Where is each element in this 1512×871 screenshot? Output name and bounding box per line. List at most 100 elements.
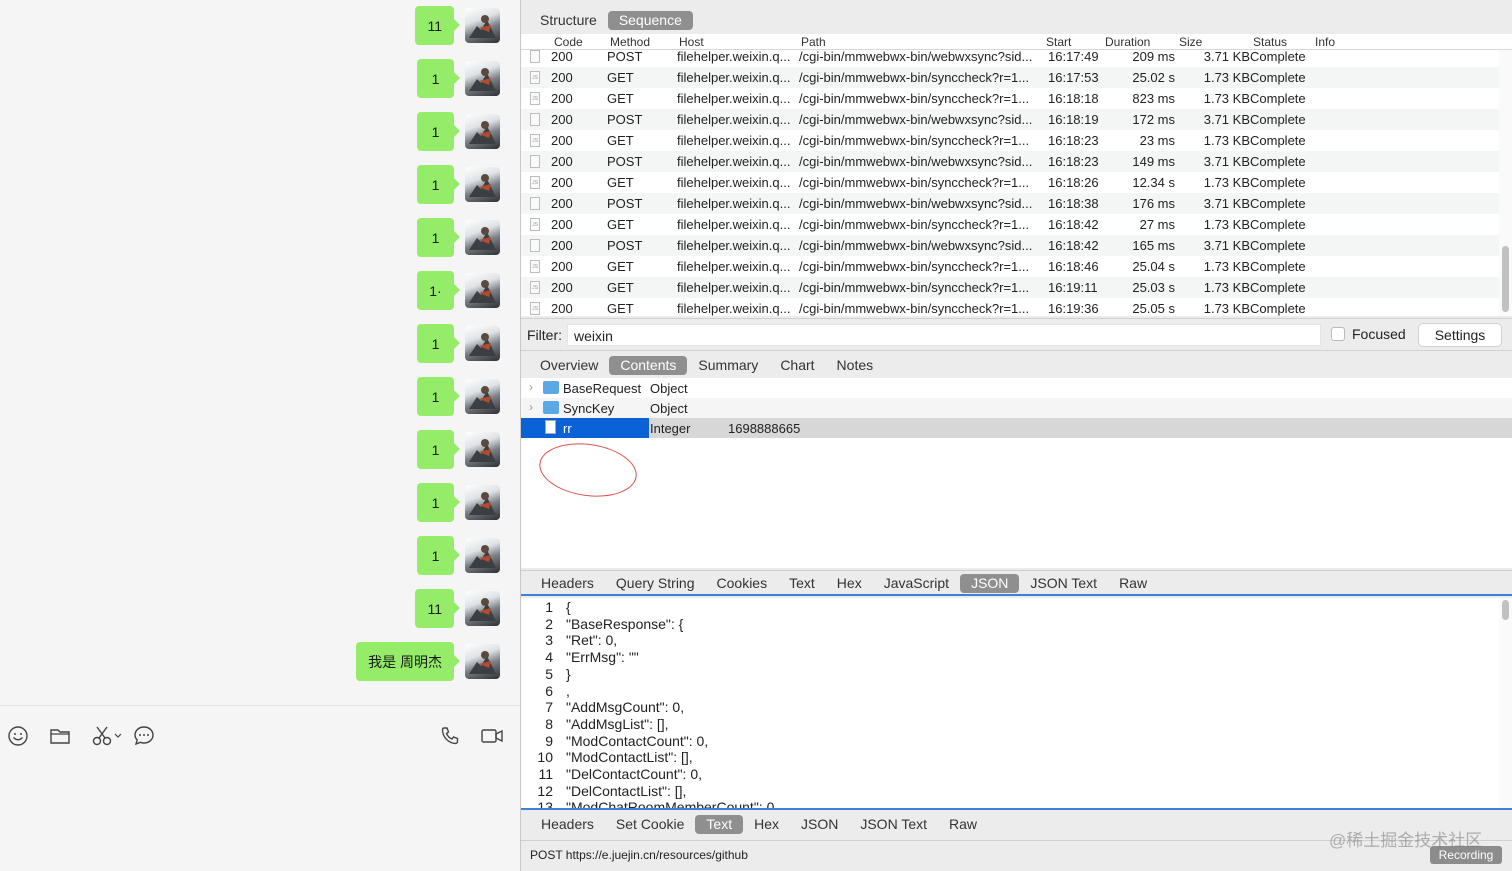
view-switcher-bar: Structure Sequence: [521, 0, 1512, 34]
detail-tab-overview[interactable]: Overview: [529, 356, 609, 375]
request-tab-json-text[interactable]: JSON Text: [1019, 574, 1108, 593]
response-tab-hex[interactable]: Hex: [743, 815, 790, 834]
column-header-path[interactable]: Path: [801, 35, 826, 49]
session-row[interactable]: JS 200 GET filehelper.weixin.q... /cgi-bin/m…: [521, 88, 1499, 109]
detail-tab-chart[interactable]: Chart: [769, 356, 825, 375]
avatar[interactable]: [465, 220, 500, 255]
focused-checkbox[interactable]: [1331, 327, 1345, 341]
request-tab-raw[interactable]: Raw: [1108, 574, 1158, 593]
avatar[interactable]: [465, 485, 500, 520]
avatar[interactable]: [465, 326, 500, 361]
avatar[interactable]: [465, 273, 500, 308]
avatar[interactable]: [465, 538, 500, 573]
filter-input[interactable]: weixin: [567, 324, 1321, 346]
response-tab-json-text[interactable]: JSON Text: [849, 815, 938, 834]
emoji-icon[interactable]: [4, 722, 32, 750]
avatar[interactable]: [465, 644, 500, 679]
detail-tab-summary[interactable]: Summary: [687, 356, 769, 375]
json-text: "DelContactList": [],: [566, 782, 687, 799]
avatar[interactable]: [465, 8, 500, 43]
video-icon[interactable]: [478, 722, 506, 750]
view-tab-sequence[interactable]: Sequence: [607, 11, 693, 30]
column-header-start[interactable]: Start: [1046, 35, 1071, 49]
response-tab-text[interactable]: Text: [695, 815, 744, 834]
avatar[interactable]: [465, 167, 500, 202]
session-row[interactable]: 200 POST filehelper.weixin.q... /cgi-bin/mm…: [521, 193, 1499, 214]
chevron-right-icon[interactable]: ›: [529, 380, 533, 394]
settings-button[interactable]: Settings: [1418, 323, 1502, 347]
request-tab-javascript[interactable]: JavaScript: [873, 574, 960, 593]
cell-path: /cgi-bin/mmwebwx-bin/webwxsync?sid...: [799, 112, 1033, 127]
response-tab-json[interactable]: JSON: [790, 815, 849, 834]
session-row[interactable]: JS 200 GET filehelper.weixin.q... /cgi-bin/m…: [521, 277, 1499, 298]
chat-bubble-icon[interactable]: [130, 722, 158, 750]
scrollbar-thumb[interactable]: [1502, 600, 1509, 620]
folder-icon: [543, 381, 559, 394]
message-bubble[interactable]: 1: [417, 59, 460, 98]
column-header-info[interactable]: Info: [1315, 35, 1335, 49]
detail-tab-notes[interactable]: Notes: [826, 356, 885, 375]
response-tab-set-cookie[interactable]: Set Cookie: [605, 815, 695, 834]
avatar[interactable]: [465, 61, 500, 96]
message-bubble[interactable]: 1: [417, 165, 460, 204]
tree-row-synckey[interactable]: › SyncKey Object: [521, 398, 1512, 418]
request-tab-query-string[interactable]: Query String: [605, 574, 706, 593]
column-header-duration[interactable]: Duration: [1105, 35, 1150, 49]
message-bubble[interactable]: 1·: [417, 271, 460, 310]
session-row[interactable]: JS 200 GET filehelper.weixin.q... /cgi-bin/m…: [521, 214, 1499, 235]
session-row[interactable]: 200 POST filehelper.weixin.q... /cgi-bin/mm…: [521, 109, 1499, 130]
message-bubble[interactable]: 1: [417, 430, 460, 469]
session-row[interactable]: JS 200 GET filehelper.weixin.q... /cgi-bin/m…: [521, 130, 1499, 151]
avatar[interactable]: [465, 432, 500, 467]
detail-tab-contents[interactable]: Contents: [609, 356, 688, 375]
chevron-right-icon[interactable]: ›: [529, 400, 533, 414]
view-tab-structure[interactable]: Structure: [529, 11, 608, 30]
column-header-host[interactable]: Host: [679, 35, 704, 49]
response-tab-raw[interactable]: Raw: [938, 815, 988, 834]
request-tab-cookies[interactable]: Cookies: [706, 574, 779, 593]
phone-icon[interactable]: [436, 722, 464, 750]
message-bubble[interactable]: 1: [417, 536, 460, 575]
column-header-status[interactable]: Status: [1253, 35, 1287, 49]
response-tab-headers[interactable]: Headers: [530, 815, 605, 834]
folder-icon[interactable]: [46, 722, 74, 750]
request-tab-headers[interactable]: Headers: [530, 574, 605, 593]
message-bubble[interactable]: 1: [417, 377, 460, 416]
cell-host: filehelper.weixin.q...: [677, 154, 791, 169]
message-bubble[interactable]: 1: [417, 218, 460, 257]
avatar[interactable]: [465, 591, 500, 626]
scrollbar-thumb[interactable]: [1502, 246, 1509, 312]
column-header-code[interactable]: Code: [554, 35, 583, 49]
session-row[interactable]: JS 200 GET filehelper.weixin.q... /cgi-bin/m…: [521, 67, 1499, 88]
session-row[interactable]: JS 200 GET filehelper.weixin.q... /cgi-bin/m…: [521, 298, 1499, 316]
request-tab-text[interactable]: Text: [778, 574, 826, 593]
session-table-scrollbar[interactable]: [1499, 50, 1512, 316]
message-bubble[interactable]: 1: [417, 483, 460, 522]
avatar[interactable]: [465, 379, 500, 414]
column-header-size[interactable]: Size: [1179, 35, 1202, 49]
scissors-icon[interactable]: [90, 722, 126, 750]
tree-row-rr[interactable]: rr Integer 1698888665: [521, 418, 1512, 438]
message-bubble[interactable]: 11: [415, 6, 460, 45]
tree-row-baserequest[interactable]: › BaseRequest Object: [521, 378, 1512, 398]
session-row[interactable]: 200 POST filehelper.weixin.q... /cgi-bin/mm…: [521, 50, 1499, 67]
avatar[interactable]: [465, 114, 500, 149]
js-file-icon: JS: [530, 302, 540, 315]
message-bubble[interactable]: 11: [415, 589, 460, 628]
json-scrollbar[interactable]: [1499, 598, 1512, 808]
request-tab-json[interactable]: JSON: [960, 574, 1020, 593]
cell-host: filehelper.weixin.q...: [677, 50, 791, 64]
message-bubble[interactable]: 1: [417, 324, 460, 363]
message-bubble[interactable]: 我是 周明杰: [356, 642, 460, 681]
cell-duration: 823 ms: [1132, 91, 1175, 106]
json-line: 2 "BaseResponse": {: [521, 616, 1499, 633]
session-row[interactable]: 200 POST filehelper.weixin.q... /cgi-bin/mm…: [521, 235, 1499, 256]
json-line: 5}: [521, 666, 1499, 683]
line-number: 6: [545, 682, 553, 699]
session-row[interactable]: JS 200 GET filehelper.weixin.q... /cgi-bin/m…: [521, 256, 1499, 277]
session-row[interactable]: JS 200 GET filehelper.weixin.q... /cgi-bin/m…: [521, 172, 1499, 193]
request-tab-hex[interactable]: Hex: [826, 574, 873, 593]
column-header-method[interactable]: Method: [610, 35, 650, 49]
session-row[interactable]: 200 POST filehelper.weixin.q... /cgi-bin/mm…: [521, 151, 1499, 172]
message-bubble[interactable]: 1: [417, 112, 460, 151]
